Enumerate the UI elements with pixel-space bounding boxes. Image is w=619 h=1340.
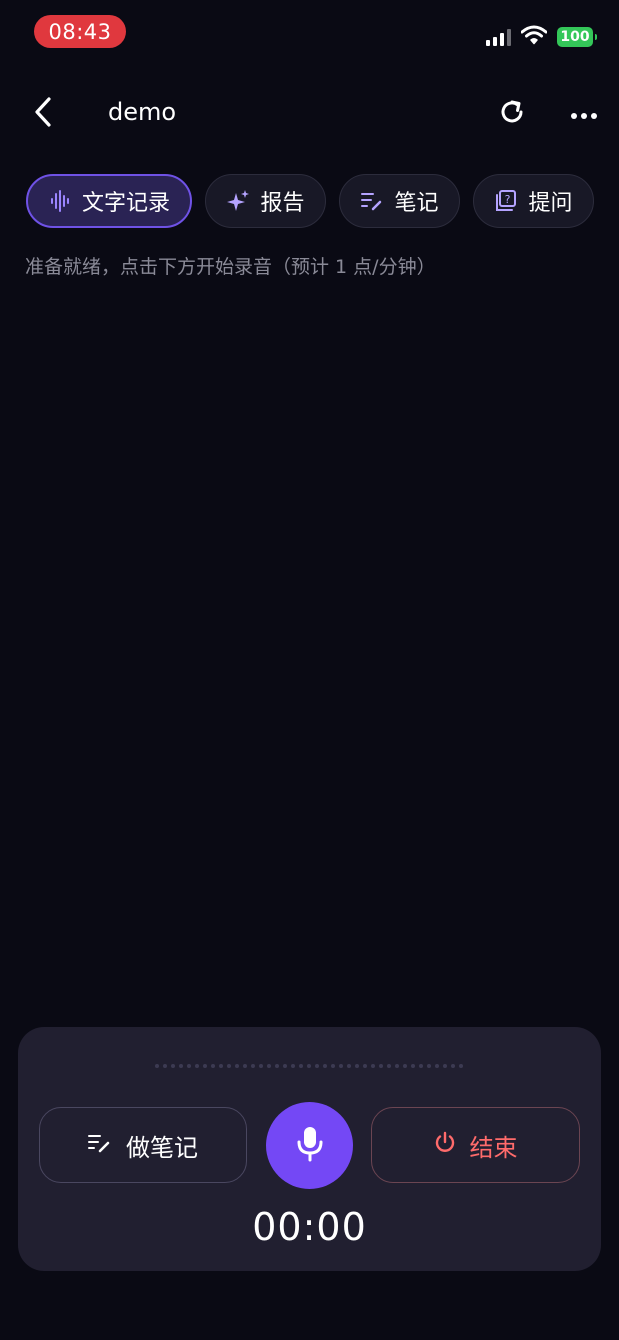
waveform-dot [171,1064,175,1068]
waveform-dot [459,1064,463,1068]
waveform-dot [155,1064,159,1068]
waveform-dot [451,1064,455,1068]
tab-transcript[interactable]: 文字记录 [26,174,192,228]
waveform-dot [395,1064,399,1068]
back-button[interactable] [26,96,60,132]
waveform-dot [195,1064,199,1068]
waveform-dot [283,1064,287,1068]
recording-screen: 08:43 100 demo 文字记录 报告 笔记 ? 提问 准备就绪，点击下方… [0,0,619,1340]
waveform-dot [411,1064,415,1068]
tab-label: 笔记 [394,191,439,216]
waveform-dot [323,1064,327,1068]
cellular-signal-icon [486,28,511,46]
waveform-dot [331,1064,335,1068]
refresh-icon [498,98,526,130]
take-note-button[interactable]: 做笔记 [39,1107,247,1183]
question-doc-icon: ? [494,189,518,213]
recording-panel: 做笔记 结束 00:00 [18,1027,601,1271]
tab-label: 报告 [260,191,305,216]
waveform-dot [203,1064,207,1068]
waveform-dot [339,1064,343,1068]
waveform-dot [435,1064,439,1068]
waveform-dot [235,1064,239,1068]
waveform-dot [211,1064,215,1068]
tab-ask[interactable]: ? 提问 [473,174,594,228]
note-pen-icon [88,1131,112,1159]
svg-text:?: ? [505,193,511,206]
waveform-dot [243,1064,247,1068]
waveform-dot [403,1064,407,1068]
waveform-dot [163,1064,167,1068]
waveform-placeholder [155,1064,463,1068]
waveform-dot [179,1064,183,1068]
nav-bar: demo [0,84,619,146]
tab-notes[interactable]: 笔记 [339,174,460,228]
status-bar: 08:43 100 [0,0,619,64]
sparkle-icon [226,189,250,213]
chevron-left-icon [33,96,53,132]
refresh-button[interactable] [494,96,530,132]
end-label: 结束 [469,1133,518,1162]
power-icon [434,1131,456,1159]
microphone-icon [295,1126,325,1166]
tab-label: 文字记录 [81,191,170,216]
note-pen-icon [360,189,384,213]
waveform-dot [315,1064,319,1068]
waveform-dot [419,1064,423,1068]
waveform-dot [371,1064,375,1068]
waveform-dot [443,1064,447,1068]
waveform-dot [275,1064,279,1068]
waveform-dot [355,1064,359,1068]
wifi-icon [520,25,548,49]
page-title: demo [108,98,177,126]
tab-report[interactable]: 报告 [205,174,326,228]
status-time: 08:43 [34,15,126,48]
waveform-dot [307,1064,311,1068]
waveform-dot [299,1064,303,1068]
recording-timer: 00:00 [252,1205,367,1249]
waveform-dot [387,1064,391,1068]
more-horizontal-icon [570,105,598,124]
waveform-dot [427,1064,431,1068]
status-indicators: 100 [486,24,597,50]
tab-label: 提问 [528,191,573,216]
waveform-icon [48,189,72,213]
waveform-dot [291,1064,295,1068]
waveform-dot [251,1064,255,1068]
waveform-dot [187,1064,191,1068]
ready-hint: 准备就绪，点击下方开始录音（预计 1 点/分钟） [25,256,436,278]
more-button[interactable] [566,96,602,132]
waveform-dot [363,1064,367,1068]
record-button[interactable] [266,1102,353,1189]
battery-indicator: 100 [557,27,597,47]
waveform-dot [379,1064,383,1068]
waveform-dot [347,1064,351,1068]
waveform-dot [259,1064,263,1068]
tab-bar: 文字记录 报告 笔记 ? 提问 [26,174,594,230]
end-button[interactable]: 结束 [371,1107,580,1183]
take-note-label: 做笔记 [126,1133,198,1162]
waveform-dot [219,1064,223,1068]
waveform-dot [227,1064,231,1068]
waveform-dot [267,1064,271,1068]
